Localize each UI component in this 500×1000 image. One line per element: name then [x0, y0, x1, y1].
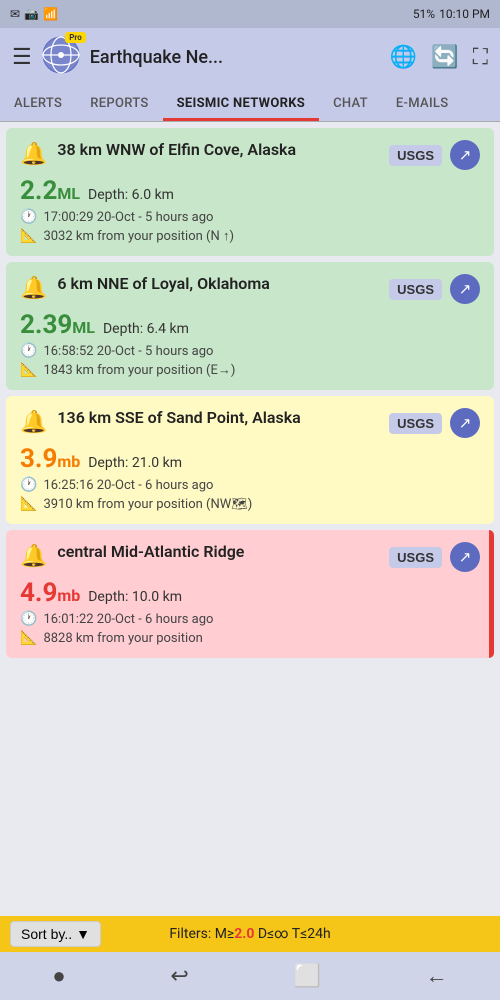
- earthquake-list: 🔔 38 km WNW of Elfin Cove, Alaska USGS ↗…: [0, 122, 500, 770]
- tab-bar: ALERTS REPORTS SEISMIC NETWORKS CHAT E-M…: [0, 86, 500, 122]
- time-2: 16:58:52 20-Oct - 5 hours ago: [43, 344, 213, 359]
- globe-icon[interactable]: 🌐: [390, 45, 417, 70]
- distance-icon-3: 📐: [20, 496, 37, 512]
- share-icon-4: ↗: [459, 548, 472, 566]
- usgs-button-2[interactable]: USGS: [389, 279, 442, 300]
- time-4: 16:01:22 20-Oct - 6 hours ago: [43, 612, 213, 627]
- earthquake-icon-4: 🔔: [20, 544, 47, 569]
- tab-emails[interactable]: E-MAILS: [382, 86, 463, 121]
- magnitude-unit-2: ML: [72, 318, 95, 337]
- camera-icon: 📷: [24, 7, 39, 21]
- earthquake-title-4: central Mid-Atlantic Ridge: [57, 542, 389, 563]
- distance-icon-1: 📐: [20, 228, 37, 244]
- sort-label: Sort by..: [21, 926, 72, 942]
- nav-recents-icon[interactable]: ↩: [170, 964, 188, 989]
- filter-prefix: Filters: M≥: [169, 926, 234, 942]
- app-title: Earthquake Ne...: [90, 47, 380, 68]
- earthquake-icon-3: 🔔: [20, 410, 47, 435]
- depth-2: Depth: 6.4 km: [103, 321, 189, 337]
- tab-reports[interactable]: REPORTS: [76, 86, 162, 121]
- nav-back-icon[interactable]: ←: [426, 963, 448, 989]
- status-icons-left: ✉ 📷 📶: [10, 7, 58, 21]
- status-icons-right: 51% 10:10 PM: [413, 7, 490, 21]
- earthquake-icon-1: 🔔: [20, 142, 47, 167]
- share-button-1[interactable]: ↗: [450, 140, 480, 170]
- earthquake-card-2[interactable]: 🔔 6 km NNE of Loyal, Oklahoma USGS ↗ 2.3…: [6, 262, 494, 390]
- share-icon-3: ↗: [459, 414, 472, 432]
- tab-alerts[interactable]: ALERTS: [0, 86, 76, 121]
- tab-seismic-networks[interactable]: SEISMIC NETWORKS: [163, 86, 320, 121]
- sort-button[interactable]: Sort by.. ▼: [10, 921, 101, 947]
- earthquake-title-3: 136 km SSE of Sand Point, Alaska: [57, 408, 389, 429]
- signal-icon: 📶: [43, 7, 58, 21]
- header: ☰ Pro Earthquake Ne... 🌐 🔄 ⛶: [0, 28, 500, 86]
- earthquake-title-1: 38 km WNW of Elfin Cove, Alaska: [57, 140, 389, 161]
- distance-icon-2: 📐: [20, 362, 37, 378]
- magnitude-unit-4: mb: [57, 586, 80, 605]
- magnitude-value-4: 4.9: [20, 578, 57, 608]
- time-3: 16:25:16 20-Oct - 6 hours ago: [43, 478, 213, 493]
- pro-badge: Pro: [65, 32, 85, 43]
- magnitude-unit-3: mb: [57, 452, 80, 471]
- magnitude-value-3: 3.9: [20, 444, 57, 474]
- earthquake-card-1[interactable]: 🔔 38 km WNW of Elfin Cove, Alaska USGS ↗…: [6, 128, 494, 256]
- navigation-bar: ● ↩ ⬜ ←: [0, 952, 500, 1000]
- share-button-2[interactable]: ↗: [450, 274, 480, 304]
- share-button-3[interactable]: ↗: [450, 408, 480, 438]
- sort-chevron-icon: ▼: [76, 926, 90, 942]
- nav-overview-icon[interactable]: ⬜: [293, 964, 320, 989]
- time-1: 17:00:29 20-Oct - 5 hours ago: [43, 210, 213, 225]
- app-logo-wrap: Pro: [42, 36, 80, 78]
- depth-3: Depth: 21.0 km: [88, 455, 182, 471]
- earthquake-card-3[interactable]: 🔔 136 km SSE of Sand Point, Alaska USGS …: [6, 396, 494, 524]
- usgs-button-4[interactable]: USGS: [389, 547, 442, 568]
- distance-1: 3032 km from your position (N ↑): [43, 228, 234, 244]
- accent-bar-4: [489, 530, 494, 658]
- distance-4: 8828 km from your position: [43, 631, 202, 646]
- clock-icon-3: 🕐: [20, 477, 37, 493]
- depth-4: Depth: 10.0 km: [88, 589, 182, 605]
- share-icon-1: ↗: [459, 146, 472, 164]
- distance-2: 1843 km from your position (E→): [43, 362, 235, 378]
- filter-magnitude: 2.0: [234, 926, 254, 942]
- mail-icon: ✉: [10, 7, 20, 21]
- clock-icon-2: 🕐: [20, 343, 37, 359]
- time-text: 10:10 PM: [439, 7, 490, 21]
- tab-chat[interactable]: CHAT: [319, 86, 382, 121]
- header-action-icons: 🌐 🔄 ⛶: [390, 45, 488, 70]
- filter-text: Filters: M≥2.0 D≤∞ T≤24h: [169, 926, 330, 942]
- usgs-button-1[interactable]: USGS: [389, 145, 442, 166]
- filter-bar: Sort by.. ▼ Filters: M≥2.0 D≤∞ T≤24h: [0, 916, 500, 952]
- share-icon-2: ↗: [459, 280, 472, 298]
- distance-3: 3910 km from your position (NW🗺): [43, 497, 252, 512]
- status-bar: ✉ 📷 📶 51% 10:10 PM: [0, 0, 500, 28]
- expand-icon[interactable]: ⛶: [473, 45, 488, 70]
- magnitude-value-1: 2.2: [20, 176, 57, 206]
- clock-icon-1: 🕐: [20, 209, 37, 225]
- share-button-4[interactable]: ↗: [450, 542, 480, 572]
- magnitude-unit-1: ML: [57, 184, 80, 203]
- nav-home-icon[interactable]: ●: [52, 963, 65, 989]
- distance-icon-4: 📐: [20, 630, 37, 646]
- filter-rest: D≤∞ T≤24h: [254, 926, 330, 942]
- hamburger-menu[interactable]: ☰: [12, 45, 32, 70]
- battery-text: 51%: [413, 7, 435, 21]
- magnitude-value-2: 2.39: [20, 310, 72, 340]
- clock-icon-4: 🕐: [20, 611, 37, 627]
- earthquake-card-4[interactable]: 🔔 central Mid-Atlantic Ridge USGS ↗ 4.9m…: [6, 530, 494, 658]
- earthquake-icon-2: 🔔: [20, 276, 47, 301]
- depth-1: Depth: 6.0 km: [88, 187, 174, 203]
- earthquake-title-2: 6 km NNE of Loyal, Oklahoma: [57, 274, 389, 295]
- refresh-icon[interactable]: 🔄: [431, 45, 458, 70]
- usgs-button-3[interactable]: USGS: [389, 413, 442, 434]
